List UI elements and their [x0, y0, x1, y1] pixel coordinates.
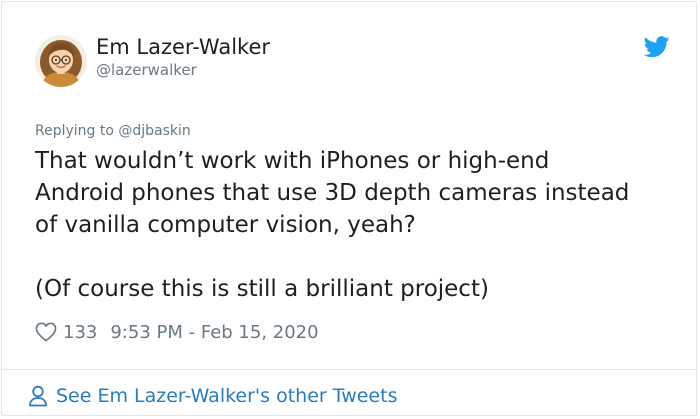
tweet-text-line: That wouldn’t work with iPhones or high-…: [35, 148, 550, 174]
tweet-timestamp[interactable]: 9:53 PM - Feb 15, 2020: [110, 322, 318, 343]
replying-to-label: Replying to: [35, 123, 114, 139]
tweet-meta: 133 9:53 PM - Feb 15, 2020: [35, 320, 319, 344]
like-button[interactable]: 133: [35, 322, 97, 343]
tweet-text-aside: (Of course this is still a brilliant pro…: [35, 276, 489, 302]
tweet-text: That wouldn’t work with iPhones or high-…: [35, 145, 685, 305]
tweet-text-line: Android phones that use 3D depth cameras…: [35, 180, 630, 206]
like-count: 133: [63, 321, 98, 343]
avatar-illustration: [35, 35, 87, 87]
heart-outline-icon: [35, 322, 57, 342]
see-other-tweets-label: See Em Lazer-Walker's other Tweets: [56, 385, 398, 407]
twitter-bird-icon[interactable]: [643, 36, 670, 58]
author-handle[interactable]: @lazerwalker: [96, 61, 197, 79]
tweet-text-line: of vanilla computer vision, yeah?: [35, 212, 416, 238]
reply-mention-link[interactable]: @djbaskin: [118, 123, 190, 139]
embedded-tweet-card: Em Lazer-Walker @lazerwalker Replying to…: [1, 1, 697, 416]
footer-divider: [2, 369, 696, 370]
person-outline-icon: [29, 385, 47, 407]
author-display-name[interactable]: Em Lazer-Walker: [96, 35, 270, 59]
see-other-tweets-link[interactable]: See Em Lazer-Walker's other Tweets: [28, 383, 397, 409]
replying-to-line: Replying to @djbaskin: [35, 123, 191, 139]
avatar[interactable]: [35, 35, 87, 87]
